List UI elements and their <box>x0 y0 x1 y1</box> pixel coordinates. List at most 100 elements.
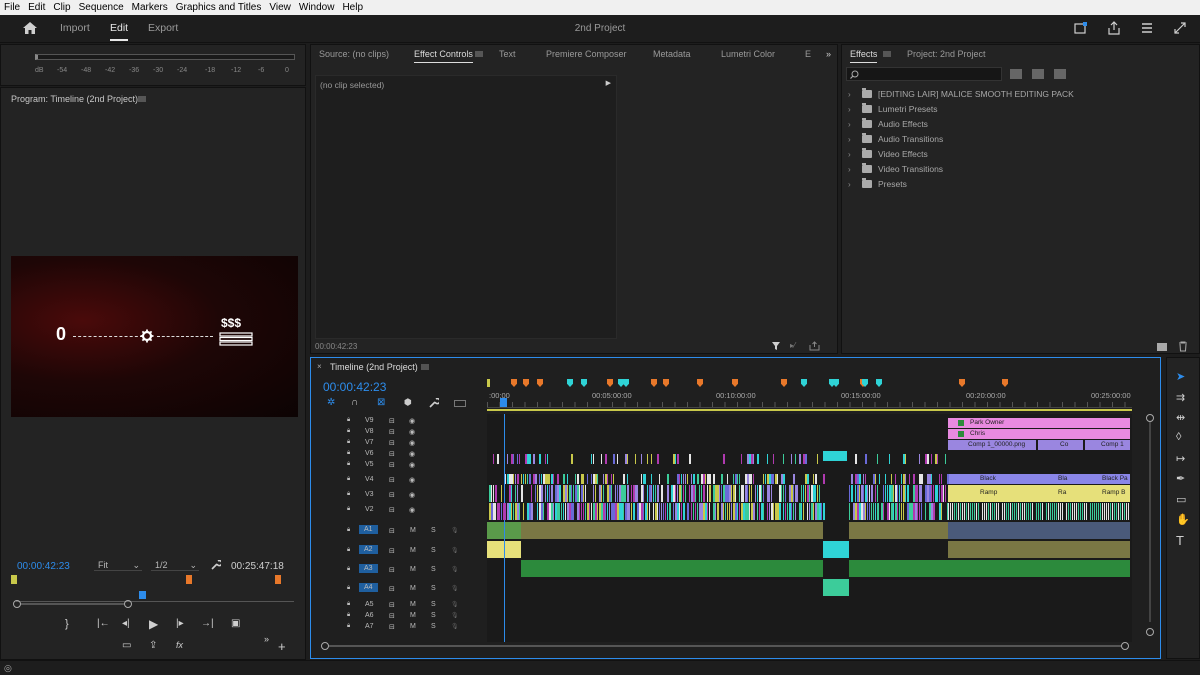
clip-edit-slice[interactable] <box>921 474 923 484</box>
overflow-icon[interactable]: » <box>264 634 269 644</box>
sequence-marker[interactable] <box>1002 379 1008 387</box>
track-label[interactable]: V8 <box>365 428 374 435</box>
menu-file[interactable]: File <box>0 2 24 13</box>
clip-edit-slice[interactable] <box>685 474 686 484</box>
solo-button[interactable]: S <box>431 527 436 534</box>
clip-edit-slice[interactable] <box>601 485 602 502</box>
vertical-scroll-handle[interactable] <box>1146 414 1154 422</box>
effects-item-editing-pack[interactable]: › [EDITING LAIR] MALICE SMOOTH EDITING PA… <box>848 87 1074 101</box>
sequence-marker[interactable] <box>275 575 281 584</box>
tab-text[interactable]: Text <box>499 49 516 59</box>
trash-icon[interactable] <box>1178 341 1188 352</box>
clip-edit-slice[interactable] <box>681 485 682 502</box>
horizontal-scrollbar[interactable] <box>329 645 1121 647</box>
clip-edit-slice[interactable] <box>741 454 742 464</box>
clip-edit-slice[interactable] <box>1070 503 1071 520</box>
clip-edit-slice[interactable] <box>793 503 794 520</box>
clip-edit-slice[interactable] <box>515 485 516 502</box>
clip-edit-slice[interactable] <box>597 474 598 484</box>
clip-edit-slice[interactable] <box>657 503 658 520</box>
clip-edit-slice[interactable] <box>583 485 584 502</box>
clip-edit-slice[interactable] <box>1082 503 1083 520</box>
clip-edit-slice[interactable] <box>863 485 864 502</box>
clip-edit-slice[interactable] <box>651 474 652 484</box>
clip-edit-slice[interactable] <box>737 503 738 520</box>
lock-icon[interactable]: 🔒︎ <box>347 527 350 534</box>
clip-edit-slice[interactable] <box>497 454 499 464</box>
clip-edit-slice[interactable] <box>679 474 680 484</box>
step-back-icon[interactable]: ◂| <box>122 618 130 629</box>
clip-edit-slice[interactable] <box>573 503 574 520</box>
lock-icon[interactable]: 🔒︎ <box>347 439 350 446</box>
rectangle-tool-icon[interactable]: ▭ <box>1176 493 1186 506</box>
mark-out-icon[interactable]: } <box>65 618 69 630</box>
filter-icon[interactable] <box>771 341 781 351</box>
microphone-icon[interactable]: 🎙︎ <box>451 612 459 619</box>
export-icon[interactable] <box>809 341 820 351</box>
clip-edit-slice[interactable] <box>763 485 764 502</box>
clip-edit-slice[interactable] <box>701 485 702 502</box>
clip-edit-slice[interactable] <box>511 503 512 520</box>
clip-edit-slice[interactable] <box>1010 503 1011 520</box>
clip-edit-slice[interactable] <box>643 485 644 502</box>
clip-edit-slice[interactable] <box>899 485 900 502</box>
clip-edit-slice[interactable] <box>1046 503 1047 520</box>
clip-edit-slice[interactable] <box>607 503 608 520</box>
effects-search-input[interactable] <box>846 67 1002 81</box>
sequence-marker[interactable] <box>186 575 192 584</box>
clip-edit-slice[interactable] <box>941 474 942 484</box>
clip-edit-slice[interactable] <box>653 503 654 520</box>
sync-lock-icon[interactable]: ⊟ <box>389 450 395 458</box>
timeline-playhead-line[interactable] <box>504 414 505 642</box>
microphone-icon[interactable]: 🎙︎ <box>451 623 459 630</box>
tab-e[interactable]: E <box>805 49 811 59</box>
program-monitor-title[interactable]: Program: Timeline (2nd Project) <box>11 94 138 104</box>
in-marker[interactable] <box>487 379 490 387</box>
clip-edit-slice[interactable] <box>585 503 586 520</box>
clip-edit-slice[interactable] <box>675 454 676 464</box>
clip-edit-slice[interactable] <box>893 485 894 502</box>
clip-edit-slice[interactable] <box>956 503 957 520</box>
clip-edit-slice[interactable] <box>715 503 716 520</box>
clip-edit-slice[interactable] <box>877 454 878 464</box>
track-label[interactable]: V3 <box>365 491 374 498</box>
clip-edit-slice[interactable] <box>517 454 518 464</box>
lock-icon[interactable]: 🔒︎ <box>347 585 350 592</box>
eye-icon[interactable]: ◉ <box>409 506 415 514</box>
clip-edit-slice[interactable] <box>765 474 766 484</box>
clip-edit-slice[interactable] <box>767 454 768 464</box>
clip-edit-slice[interactable] <box>817 485 818 502</box>
clip-edit-slice[interactable] <box>867 503 868 520</box>
clip-edit-slice[interactable] <box>535 485 536 502</box>
clip-edit-slice[interactable] <box>901 485 902 502</box>
new-bin-icon[interactable] <box>1157 343 1167 351</box>
clip-edit-slice[interactable] <box>683 474 684 484</box>
clip-edit-slice[interactable] <box>607 474 608 484</box>
accelerated-effects-icon[interactable] <box>1010 69 1022 79</box>
solo-button[interactable]: S <box>431 601 436 608</box>
clip-edit-slice[interactable] <box>707 485 708 502</box>
effects-item-video-effects[interactable]: › Video Effects <box>848 147 928 161</box>
clip-edit-slice[interactable] <box>1040 503 1041 520</box>
panel-menu-icon[interactable] <box>475 51 483 57</box>
clip-edit-slice[interactable] <box>1126 503 1127 520</box>
clip-edit-slice[interactable] <box>1004 503 1005 520</box>
clip-edit-slice[interactable] <box>523 503 524 520</box>
eye-icon[interactable]: ◉ <box>409 439 415 447</box>
sequence-marker[interactable] <box>581 379 587 387</box>
menu-sequence[interactable]: Sequence <box>75 2 128 13</box>
sync-lock-icon[interactable]: ⊟ <box>389 439 395 447</box>
clip-edit-slice[interactable] <box>813 474 814 484</box>
clip-edit-slice[interactable] <box>591 503 592 520</box>
clip-edit-slice[interactable] <box>797 485 798 502</box>
clip-edit-slice[interactable] <box>521 474 522 484</box>
effect-controls-area[interactable]: (no clip selected) ▶ <box>315 75 617 339</box>
zoom-bar[interactable] <box>21 603 124 605</box>
snap-icon[interactable]: ∩ <box>351 397 358 408</box>
clip-edit-slice[interactable] <box>533 454 535 464</box>
clip-edit-slice[interactable] <box>511 485 512 502</box>
clip-edit-slice[interactable] <box>529 474 531 484</box>
clip-edit-slice[interactable] <box>815 474 817 484</box>
clip-edit-slice[interactable] <box>691 503 692 520</box>
resolution-select[interactable]: 1/2 ⌄ <box>151 560 199 571</box>
